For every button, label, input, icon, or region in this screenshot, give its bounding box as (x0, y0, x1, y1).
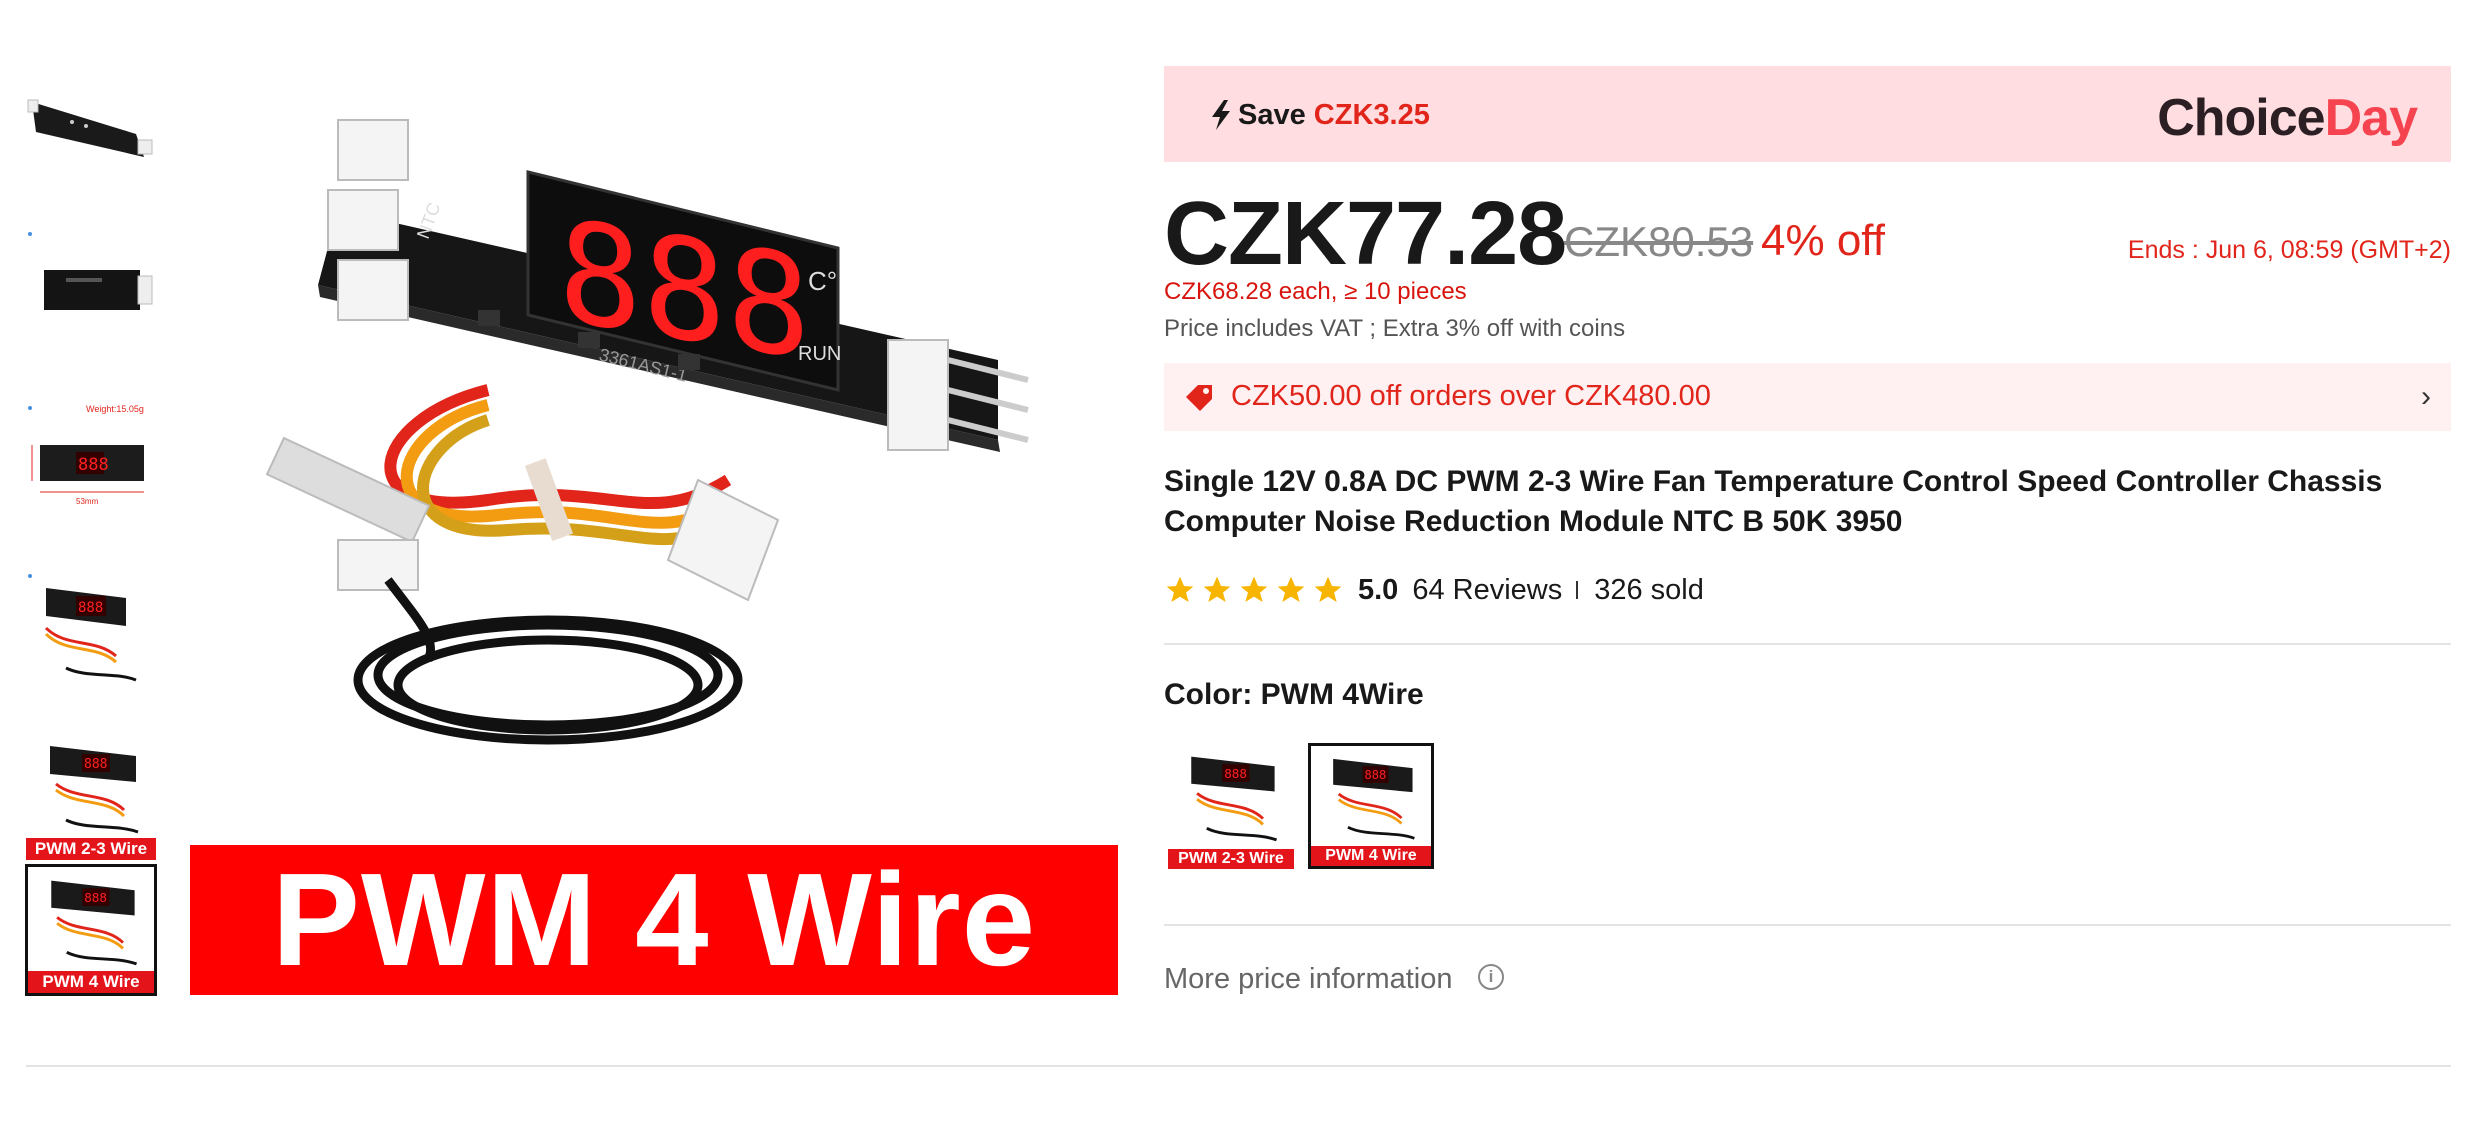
thumbnail-1[interactable] (26, 62, 156, 188)
rating-row: 5.0 64 Reviews 326 sold (1164, 570, 1704, 610)
svg-text:888: 888 (78, 600, 103, 616)
logo-part-2: Day (2324, 89, 2418, 147)
sold-count: 326 sold (1594, 573, 1704, 606)
original-price: CZK80.53 (1564, 218, 1754, 265)
info-icon[interactable]: i (1478, 964, 1504, 990)
star-icon (1277, 576, 1305, 602)
svg-text:888: 888 (1224, 766, 1247, 781)
logo-part-1: Choice (2157, 89, 2325, 147)
save-label: Save (1238, 99, 1306, 131)
divider (1576, 581, 1579, 599)
promo-end-time: Ends : Jun 6, 08:59 (GMT+2) (2127, 236, 2451, 264)
promo-banner: Save CZK3.25 ChoiceDay (1164, 66, 2451, 162)
bulk-price: CZK68.28 each, ≥ 10 pieces (1164, 278, 1467, 305)
svg-text:53mm: 53mm (76, 497, 99, 506)
coupon-tag-icon (1184, 383, 1214, 418)
star-rating (1164, 574, 1344, 606)
color-option-caption: PWM 2-3 Wire (1168, 849, 1294, 869)
svg-text:888: 888 (84, 757, 107, 772)
svg-text:888: 888 (1365, 768, 1387, 782)
svg-text:888: 888 (84, 890, 107, 905)
save-text: Save CZK3.25 (1238, 99, 1430, 132)
thumbnail-4[interactable]: 888 (26, 568, 156, 694)
current-price: CZK77.28 (1164, 184, 1567, 284)
thumbnail-caption: PWM 2-3 Wire (26, 838, 156, 860)
thumbnail-caption: PWM 4 Wire (28, 971, 154, 993)
rating-score: 5.0 (1358, 573, 1399, 606)
star-icon (1166, 576, 1194, 602)
coupon-text: CZK50.00 off orders over CZK480.00 (1231, 380, 1711, 412)
thumbnail-5[interactable]: 888 PWM 2-3 Wire (26, 734, 156, 860)
thumbnail-6[interactable]: 888 PWM 4 Wire (25, 864, 157, 996)
thumbnail-3[interactable]: Weight:15.05g 888 53mm (26, 400, 156, 526)
svg-text:RUN: RUN (798, 343, 841, 365)
star-icon (1203, 576, 1231, 602)
coupon-bar[interactable]: CZK50.00 off orders over CZK480.00 › (1164, 363, 2451, 431)
product-title: Single 12V 0.8A DC PWM 2-3 Wire Fan Temp… (1164, 465, 2383, 538)
vat-note: Price includes VAT ; Extra 3% off with c… (1164, 315, 1626, 342)
color-option-pwm-4-wire[interactable]: 888 PWM 4 Wire (1308, 743, 1434, 869)
more-price-info-link[interactable]: More price information (1164, 963, 1453, 996)
save-amount: CZK3.25 (1313, 99, 1430, 131)
svg-text:Weight:15.05g: Weight:15.05g (86, 404, 144, 414)
choiceday-logo: ChoiceDay (2157, 88, 2418, 148)
svg-text:888: 888 (78, 455, 109, 475)
discount-badge: 4% off (1761, 216, 1885, 265)
color-option-pwm-2-3-wire[interactable]: 888 PWM 2-3 Wire (1168, 743, 1294, 869)
svg-text:C°: C° (808, 266, 837, 296)
section-divider (26, 1065, 2451, 1067)
divider (1164, 643, 2451, 645)
color-label: Color: PWM 4Wire (1164, 678, 1424, 711)
variant-banner: PWM 4 Wire (190, 845, 1118, 995)
divider (1164, 924, 2451, 926)
chevron-right-icon: › (2421, 380, 2431, 413)
thumbnail-2[interactable] (26, 228, 156, 354)
lightning-icon (1210, 100, 1232, 135)
star-icon (1240, 576, 1268, 602)
color-option-caption: PWM 4 Wire (1311, 846, 1431, 866)
star-icon (1314, 576, 1342, 602)
reviews-link[interactable]: 64 Reviews (1412, 574, 1562, 607)
